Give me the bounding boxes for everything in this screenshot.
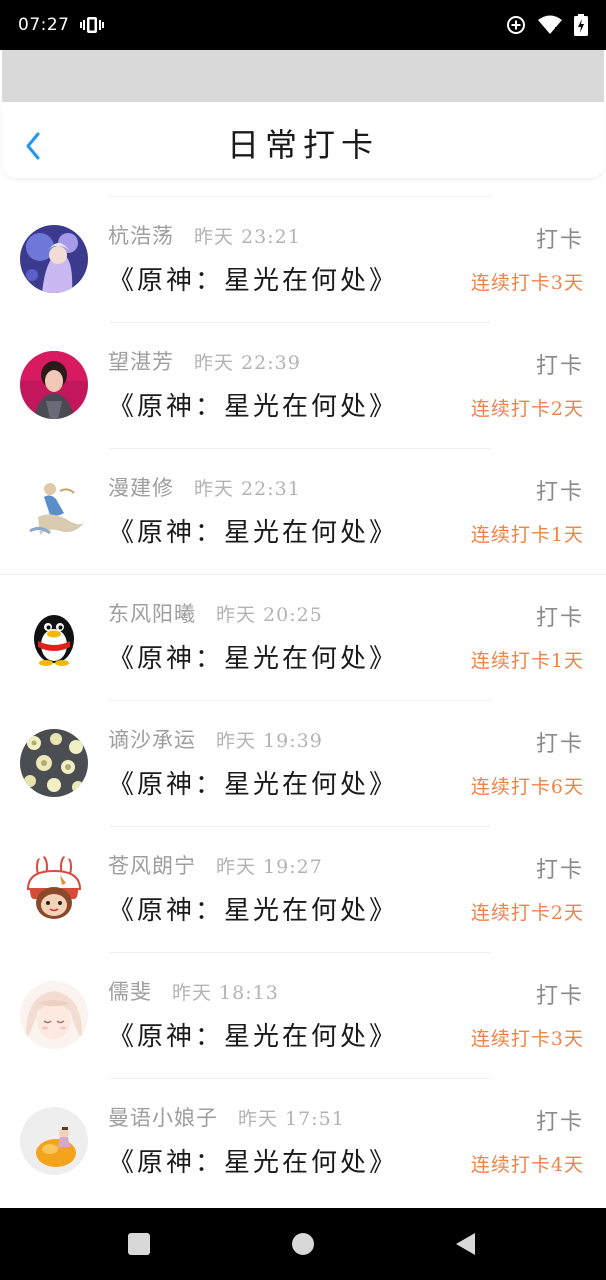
post-title[interactable]: 《原神：星光在何处》 (108, 512, 398, 549)
woman-portrait-avatar[interactable] (20, 351, 88, 419)
post-title[interactable]: 《原神：星光在何处》 (108, 890, 398, 927)
streak-count: 连续打卡3天 (470, 1028, 584, 1050)
divider (110, 196, 490, 197)
name-line: 儒斐 昨天 18:13 (108, 976, 279, 1006)
post-time: 昨天 19:27 (216, 856, 323, 878)
sleepy-anime-girl-avatar[interactable] (20, 981, 88, 1049)
streak-count: 连续打卡1天 (470, 650, 584, 672)
checkin-list: 杭浩荡 昨天 23:21 《原神：星光在何处》 打卡 连续打卡3天 望湛芳 昨天… (0, 196, 606, 1204)
post-time: 昨天 18:13 (172, 982, 279, 1004)
name-line: 望湛芳 昨天 22:39 (108, 346, 301, 376)
user-name[interactable]: 苍风朗宁 (108, 850, 196, 880)
divider (110, 322, 490, 323)
post-title[interactable]: 《原神：星光在何处》 (108, 386, 398, 423)
name-line: 谪沙承运 昨天 19:39 (108, 724, 323, 754)
data-saver-icon (506, 15, 526, 35)
post-time: 昨天 22:39 (194, 352, 301, 374)
post-time: 昨天 23:21 (194, 226, 301, 248)
divider (0, 574, 606, 575)
penguin-avatar[interactable] (20, 603, 88, 671)
streak-count: 连续打卡3天 (470, 272, 584, 294)
streak-count: 连续打卡4天 (470, 1154, 584, 1176)
checkin-button[interactable]: 打卡 (536, 726, 584, 758)
checkin-button[interactable]: 打卡 (536, 348, 584, 380)
user-name[interactable]: 望湛芳 (108, 346, 174, 376)
post-time: 昨天 17:51 (238, 1108, 345, 1130)
post-title[interactable]: 《原神：星光在何处》 (108, 260, 398, 297)
divider (110, 700, 490, 701)
checkin-button[interactable]: 打卡 (536, 1104, 584, 1136)
back-triangle-icon[interactable] (454, 1232, 478, 1260)
post-title[interactable]: 《原神：星光在何处》 (108, 638, 398, 675)
checkin-button[interactable]: 打卡 (536, 978, 584, 1010)
post-time: 昨天 22:31 (194, 478, 301, 500)
user-name[interactable]: 曼语小娘子 (108, 1102, 218, 1132)
floral-pattern-avatar[interactable] (20, 729, 88, 797)
post-time: 昨天 19:39 (216, 730, 323, 752)
status-left: 07:27 (18, 15, 104, 35)
list-item[interactable]: 曼语小娘子 昨天 17:51 《原神：星光在何处》 打卡 连续打卡4天 (0, 1078, 606, 1204)
streak-count: 连续打卡1天 (470, 524, 584, 546)
name-line: 东风阳曦 昨天 20:25 (108, 598, 323, 628)
list-item[interactable]: 杭浩荡 昨天 23:21 《原神：星光在何处》 打卡 连续打卡3天 (0, 196, 606, 322)
wifi-icon (538, 15, 562, 35)
checkin-button[interactable]: 打卡 (536, 474, 584, 506)
app-top-band (2, 50, 604, 102)
list-item[interactable]: 苍风朗宁 昨天 19:27 《原神：星光在何处》 打卡 连续打卡2天 (0, 826, 606, 952)
user-name[interactable]: 东风阳曦 (108, 598, 196, 628)
status-time: 07:27 (18, 15, 70, 35)
bunny-cartoon-avatar[interactable] (20, 855, 88, 923)
page-title: 日常打卡 (226, 126, 379, 164)
divider (110, 448, 490, 449)
list-item[interactable]: 望湛芳 昨天 22:39 《原神：星光在何处》 打卡 连续打卡2天 (0, 322, 606, 448)
orange-fruit-avatar[interactable] (20, 1107, 88, 1175)
user-name[interactable]: 儒斐 (108, 976, 152, 1006)
divider (110, 952, 490, 953)
dancer-figure-avatar[interactable] (20, 477, 88, 545)
post-title[interactable]: 《原神：星光在何处》 (108, 764, 398, 801)
list-item[interactable]: 东风阳曦 昨天 20:25 《原神：星光在何处》 打卡 连续打卡1天 (0, 574, 606, 700)
system-nav-bar (0, 1208, 606, 1280)
checkin-button[interactable]: 打卡 (536, 852, 584, 884)
divider (110, 826, 490, 827)
name-line: 杭浩荡 昨天 23:21 (108, 220, 301, 250)
battery-icon (574, 14, 588, 36)
home-circle-icon[interactable] (291, 1232, 315, 1260)
divider (110, 1078, 490, 1079)
streak-count: 连续打卡2天 (470, 398, 584, 420)
streak-count: 连续打卡2天 (470, 902, 584, 924)
checkin-button[interactable]: 打卡 (536, 600, 584, 632)
status-right (506, 14, 588, 36)
header: 日常打卡 (2, 102, 604, 178)
streak-count: 连续打卡6天 (470, 776, 584, 798)
name-line: 曼语小娘子 昨天 17:51 (108, 1102, 345, 1132)
user-name[interactable]: 谪沙承运 (108, 724, 196, 754)
list-item[interactable]: 儒斐 昨天 18:13 《原神：星光在何处》 打卡 连续打卡3天 (0, 952, 606, 1078)
vibrate-icon (79, 16, 104, 34)
post-title[interactable]: 《原神：星光在何处》 (108, 1142, 398, 1179)
anime-girl-purple-avatar[interactable] (20, 225, 88, 293)
post-time: 昨天 20:25 (216, 604, 323, 626)
checkin-button[interactable]: 打卡 (536, 222, 584, 254)
list-item[interactable]: 漫建修 昨天 22:31 《原神：星光在何处》 打卡 连续打卡1天 (0, 448, 606, 574)
user-name[interactable]: 漫建修 (108, 472, 174, 502)
list-item[interactable]: 谪沙承运 昨天 19:39 《原神：星光在何处》 打卡 连续打卡6天 (0, 700, 606, 826)
recents-square-icon[interactable] (127, 1232, 151, 1260)
user-name[interactable]: 杭浩荡 (108, 220, 174, 250)
name-line: 漫建修 昨天 22:31 (108, 472, 301, 502)
name-line: 苍风朗宁 昨天 19:27 (108, 850, 323, 880)
status-bar: 07:27 (0, 0, 606, 50)
post-title[interactable]: 《原神：星光在何处》 (108, 1016, 398, 1053)
